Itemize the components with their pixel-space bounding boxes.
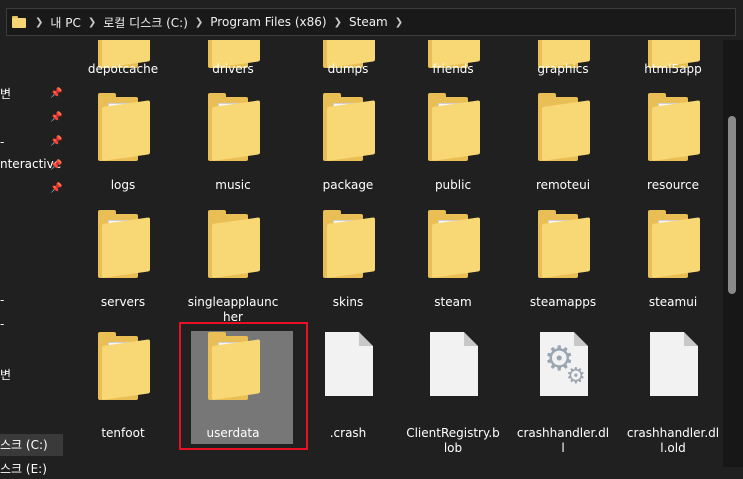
- chevron-right-icon[interactable]: ❯: [192, 17, 206, 28]
- folder-icon: [208, 210, 260, 278]
- file-icon: [325, 332, 373, 396]
- nav-item[interactable]: -: [0, 132, 4, 152]
- file-icon: [430, 332, 478, 396]
- file-item[interactable]: ⚙ ⚙ crashhandler.dll: [508, 40, 618, 455]
- breadcrumb-program-files[interactable]: Program Files (x86): [206, 15, 330, 29]
- item-label: music: [215, 178, 251, 192]
- item-label: crashhandler.dll.old: [626, 426, 720, 455]
- nav-item-drive-e[interactable]: 스크 (E:): [0, 459, 47, 479]
- nav-item[interactable]: 변: [0, 365, 11, 385]
- file-item[interactable]: .crash: [293, 40, 403, 440]
- file-icon: [650, 332, 698, 396]
- item-label: resource: [647, 178, 699, 192]
- navigation-pane: 변 📌 📌 - 📌 nteractive 📌 📌 - - 변 스크 (C:) 스…: [0, 40, 68, 476]
- folder-icon: [648, 210, 700, 278]
- nav-item-drive-c[interactable]: 스크 (C:): [0, 435, 48, 455]
- item-label: steam: [434, 295, 472, 309]
- item-label: crashhandler.dll: [516, 426, 610, 455]
- item-label: servers: [100, 295, 146, 309]
- breadcrumb-this-pc[interactable]: 내 PC: [46, 14, 84, 31]
- folder-icon: [98, 332, 150, 400]
- vertical-scrollbar[interactable]: [723, 40, 743, 467]
- chevron-right-icon[interactable]: ❯: [331, 17, 345, 28]
- item-label: steamui: [648, 295, 698, 309]
- pin-icon: 📌: [50, 88, 63, 99]
- pin-icon: 📌: [50, 136, 63, 147]
- pin-icon: 📌: [50, 183, 63, 194]
- item-label: steamapps: [529, 295, 597, 309]
- item-label: logs: [110, 178, 136, 192]
- breadcrumb-steam[interactable]: Steam: [345, 15, 392, 29]
- folder-icon: [98, 210, 150, 278]
- scrollbar-thumb[interactable]: [728, 116, 736, 294]
- item-label: ClientRegistry.blob: [406, 426, 500, 455]
- file-item[interactable]: ClientRegistry.blob: [398, 40, 508, 455]
- breadcrumb-local-disk[interactable]: 로컬 디스크 (C:): [99, 14, 192, 31]
- item-label: package: [322, 178, 374, 192]
- nav-item[interactable]: -: [0, 314, 4, 334]
- item-label: public: [434, 178, 472, 192]
- item-label: tenfoot: [101, 426, 145, 440]
- file-list: depotcache drivers dumps friends graphics htm…: [68, 40, 723, 467]
- gear-icon: ⚙: [566, 364, 586, 389]
- item-label: .crash: [329, 426, 367, 440]
- file-icon: ⚙ ⚙: [540, 332, 588, 396]
- chevron-right-icon[interactable]: ❯: [85, 17, 99, 28]
- address-bar[interactable]: ❯ 내 PC ❯ 로컬 디스크 (C:) ❯ Program Files (x8…: [6, 8, 736, 36]
- nav-item[interactable]: -: [0, 290, 4, 310]
- folder-icon: [538, 210, 590, 278]
- item-label: skins: [332, 295, 364, 309]
- folder-icon: [428, 210, 480, 278]
- item-label: singleapplauncher: [187, 295, 279, 324]
- file-item[interactable]: crashhandler.dll.old: [618, 40, 723, 455]
- folder-item[interactable]: tenfoot: [68, 40, 178, 440]
- highlight-box: [179, 322, 308, 450]
- chevron-right-icon[interactable]: ❯: [392, 17, 406, 28]
- folder-icon: [12, 16, 26, 28]
- item-label: remoteui: [535, 178, 591, 192]
- folder-item[interactable]: userdata: [178, 40, 288, 440]
- nav-item[interactable]: 변: [0, 84, 11, 104]
- pin-icon: 📌: [50, 160, 63, 171]
- chevron-right-icon[interactable]: ❯: [32, 17, 46, 28]
- pin-icon: 📌: [50, 112, 63, 123]
- folder-icon: [323, 210, 375, 278]
